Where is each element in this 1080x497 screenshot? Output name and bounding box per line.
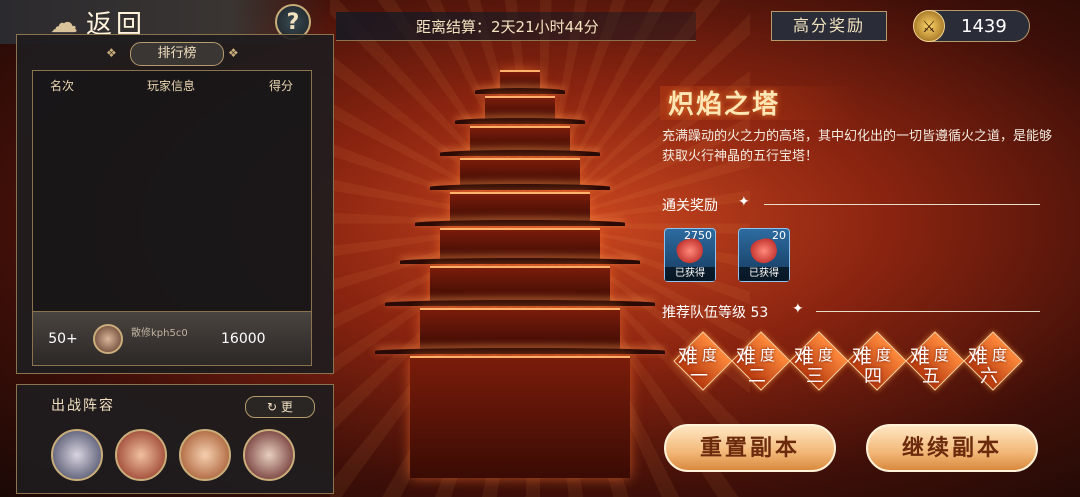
lineup-title: 出战阵容 bbox=[51, 398, 115, 414]
reward-status: 已获得 bbox=[665, 267, 715, 281]
question-icon: ? bbox=[286, 9, 300, 35]
my-rank-value: 50+ bbox=[48, 330, 78, 347]
hero-slot-1[interactable] bbox=[51, 429, 103, 481]
reward-count: 20 bbox=[772, 229, 786, 242]
leaderboard-header: 名次 玩家信息 得分 bbox=[33, 71, 311, 94]
hero-slot-4[interactable] bbox=[243, 429, 295, 481]
reward-count: 2750 bbox=[684, 229, 712, 242]
pagoda-illustration bbox=[370, 40, 670, 480]
currency-display: ⚔ 1439 bbox=[913, 10, 1030, 42]
reset-dungeon-button[interactable]: 重置副本 bbox=[664, 424, 836, 472]
continue-dungeon-button[interactable]: 继续副本 bbox=[866, 424, 1038, 472]
reward-status: 已获得 bbox=[739, 267, 789, 281]
refresh-icon: ↻ bbox=[267, 400, 281, 414]
ornament-right-icon: ❖ bbox=[228, 46, 239, 60]
divider bbox=[816, 311, 1040, 312]
reward-item-1[interactable]: 2750 已获得 bbox=[664, 228, 716, 282]
reward-item-2[interactable]: 20 已获得 bbox=[738, 228, 790, 282]
hero-slot-3[interactable] bbox=[179, 429, 231, 481]
more-button[interactable]: ↻ 更 bbox=[245, 396, 315, 418]
column-player-info: 玩家信息 bbox=[146, 79, 195, 93]
my-rank-row[interactable]: 50+ 散修kph5c0 16000 bbox=[33, 311, 311, 365]
my-player-name: 散修kph5c0 bbox=[131, 328, 188, 339]
currency-value: 1439 bbox=[961, 15, 1007, 37]
difficulty-5[interactable]: 难度五 bbox=[905, 331, 965, 391]
my-score: 16000 bbox=[221, 330, 266, 347]
difficulty-2[interactable]: 难度二 bbox=[731, 331, 791, 391]
tower-name: 炽焰之塔 bbox=[668, 90, 781, 120]
divider bbox=[764, 204, 1040, 205]
sparkle-icon: ✦ bbox=[738, 194, 750, 210]
difficulty-3[interactable]: 难度三 bbox=[789, 331, 849, 391]
ornament-left-icon: ❖ bbox=[106, 46, 117, 60]
countdown-text: 距离结算：2天21小时44分 bbox=[416, 18, 599, 36]
rewards-title: 通关奖励 bbox=[662, 198, 718, 214]
lineup-panel: 出战阵容 ↻ 更 bbox=[16, 384, 334, 494]
sword-coin-icon: ⚔ bbox=[913, 10, 945, 42]
difficulty-1[interactable]: 难度一 bbox=[673, 331, 733, 391]
leaderboard-title: 排行榜 bbox=[130, 42, 224, 66]
hero-slot-2[interactable] bbox=[115, 429, 167, 481]
column-rank: 名次 bbox=[49, 79, 74, 93]
high-score-reward-button[interactable]: 高分奖励 bbox=[771, 11, 887, 41]
difficulty-6[interactable]: 难度六 bbox=[963, 331, 1023, 391]
recommended-level: 推荐队伍等级 53 bbox=[662, 305, 769, 321]
sparkle-icon: ✦ bbox=[792, 301, 804, 317]
column-score: 得分 bbox=[268, 79, 293, 93]
avatar bbox=[93, 323, 123, 354]
difficulty-4[interactable]: 难度四 bbox=[847, 331, 907, 391]
leaderboard-table[interactable]: 名次 玩家信息 得分 50+ 散修kph5c0 16000 bbox=[32, 70, 312, 366]
tower-description: 充满躁动的火之力的高塔，其中幻化出的一切皆遵循火之道，是能够获取火行神晶的五行宝… bbox=[662, 129, 1053, 164]
